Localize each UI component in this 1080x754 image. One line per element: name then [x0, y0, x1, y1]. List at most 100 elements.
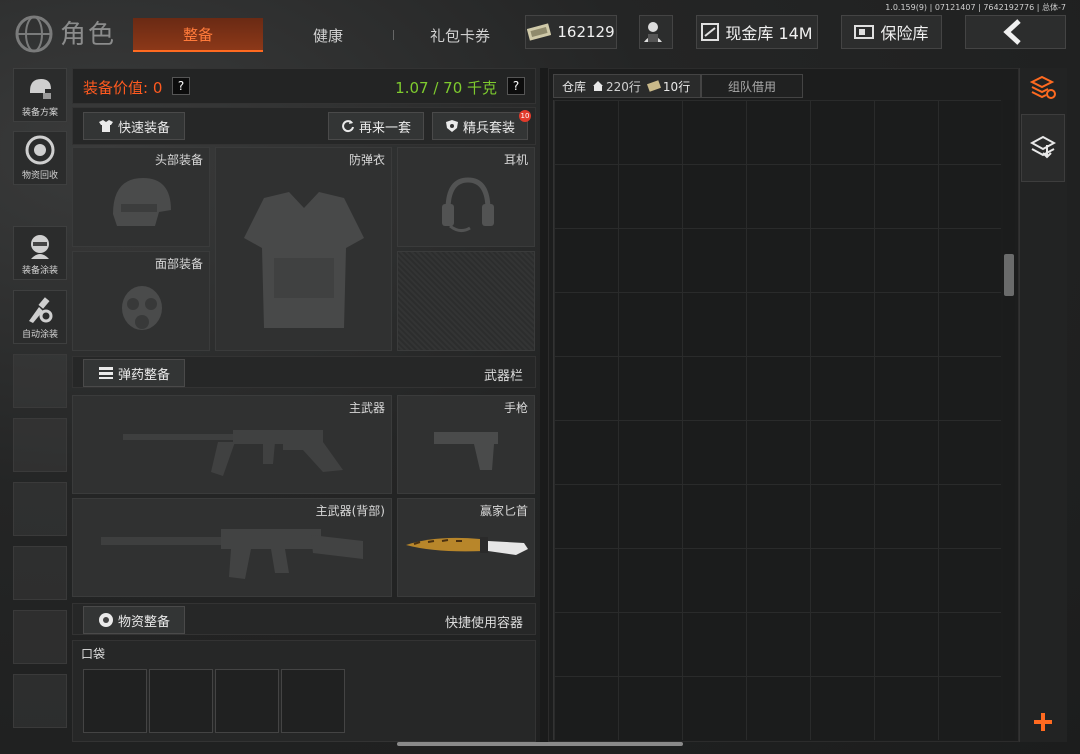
- primary-back-label: 主武器(背部): [315, 504, 385, 518]
- helmet-icon: [113, 178, 171, 226]
- ammo-button-label: 弹药整备: [117, 367, 170, 383]
- weapon-bar-label: 武器栏: [483, 369, 523, 384]
- supplies-button-label: 物资整备: [117, 614, 170, 630]
- supplies-button[interactable]: 物资整备: [83, 606, 185, 634]
- head-slot-label: 头部装备: [154, 153, 203, 167]
- top-bar: 1.0.159(9) | 07121407 | 7642192776 | 总体-…: [0, 0, 1080, 62]
- pocket-slot[interactable]: [215, 669, 279, 733]
- shirt-icon: [98, 120, 113, 132]
- tab-team-borrow[interactable]: 组队借用: [701, 74, 803, 98]
- scrollbar-thumb[interactable]: [1004, 254, 1014, 296]
- face-slot-label: 面部装备: [154, 257, 203, 271]
- warehouse-tab-label: 仓库: [562, 79, 587, 94]
- chevron-left-icon: [1002, 19, 1021, 45]
- pistol-slot[interactable]: 手枪: [397, 395, 535, 494]
- warehouse-grid[interactable]: [553, 100, 1001, 740]
- elite-set-button[interactable]: 精兵套装: [432, 112, 528, 140]
- ammo-button[interactable]: 弹药整备: [83, 359, 185, 387]
- rifle-icon: [123, 430, 343, 476]
- sidebar-item-label: 自动涂装: [21, 330, 58, 340]
- sidebar-empty-slot: [13, 418, 67, 472]
- locked-slot: [397, 251, 535, 351]
- tab-equip[interactable]: 整备: [133, 18, 263, 52]
- primary-weapon-slot[interactable]: 主武器: [72, 395, 392, 494]
- trader-icon: [644, 22, 662, 42]
- cash-vault-label: 现金库 14M: [725, 24, 813, 43]
- sort-layers-button[interactable]: [1021, 70, 1065, 106]
- face-slot[interactable]: 面部装备: [72, 251, 210, 351]
- tab-gift-cards[interactable]: 礼包卡券: [410, 18, 510, 52]
- pocket-slot[interactable]: [149, 669, 213, 733]
- elite-set-label: 精兵套装: [462, 120, 515, 136]
- currency-value: 162129: [557, 23, 615, 41]
- headset-icon: [442, 177, 494, 233]
- home-icon: [593, 81, 604, 91]
- sidebar-empty-slot: [13, 546, 67, 600]
- ticket-icon: [646, 80, 661, 92]
- value-help-button[interactable]: ?: [172, 77, 190, 95]
- refresh-icon: [342, 120, 354, 133]
- sidebar-item-loadout-plan[interactable]: 装备方案: [13, 68, 67, 122]
- quick-equip-label: 快速装备: [117, 120, 170, 136]
- pocket-label: 口袋: [81, 647, 106, 661]
- ammo-icon: [98, 367, 113, 379]
- safe-box-icon: [854, 25, 875, 39]
- layers-refresh-icon: [1030, 76, 1056, 99]
- add-button[interactable]: [1021, 704, 1065, 740]
- golden-knife-icon: [406, 537, 528, 555]
- shield-icon: [445, 120, 458, 132]
- equipment-header: 装备价值: 0 ? 1.07 / 70 千克 ?: [72, 68, 536, 104]
- quick-equip-button[interactable]: 快速装备: [83, 112, 185, 140]
- version-text: 1.0.159(9) | 07121407 | 7642192776 | 总体-…: [885, 3, 1066, 12]
- head-slot[interactable]: 头部装备: [72, 147, 210, 247]
- supplies-icon: [98, 613, 113, 627]
- sidebar-item-label: 物资回收: [21, 171, 58, 181]
- ears-slot[interactable]: 耳机: [397, 147, 535, 247]
- back-button[interactable]: [965, 15, 1066, 49]
- safe-box-label: 保险库: [880, 24, 929, 43]
- equipment-value-label: 装备价值: 0: [83, 79, 163, 97]
- armor-slot-label: 防弹衣: [348, 153, 385, 167]
- sidebar-empty-slot: [13, 674, 67, 728]
- elite-badge: 10: [519, 110, 531, 122]
- weight-label: 1.07 / 70 千克: [395, 79, 497, 97]
- team-borrow-label: 组队借用: [728, 79, 777, 94]
- safe-box-button[interactable]: 保险库: [841, 15, 942, 49]
- knife-slot[interactable]: 赢家匕首: [397, 498, 535, 597]
- sidebar-item-skin[interactable]: 装备涂装: [13, 226, 67, 280]
- loadout-helmet-icon: [30, 79, 51, 99]
- pistol-icon: [434, 432, 498, 470]
- again-label: 再来一套: [358, 120, 411, 136]
- globe-logo-icon: [14, 14, 54, 54]
- soldier-skin-icon: [31, 235, 49, 259]
- armor-slot[interactable]: 防弹衣: [215, 147, 392, 351]
- sidebar-item-recycle[interactable]: 物资回收: [13, 131, 67, 185]
- recycle-icon: [25, 135, 55, 165]
- warehouse-scrollbar[interactable]: [1003, 100, 1015, 740]
- tab-separator: [393, 30, 394, 40]
- sidebar-item-label: 装备方案: [21, 108, 58, 118]
- sidebar-item-auto-skin[interactable]: 自动涂装: [13, 290, 67, 344]
- ears-slot-label: 耳机: [503, 153, 528, 167]
- stack-download-button[interactable]: [1021, 114, 1065, 182]
- sidebar-empty-slot: [13, 610, 67, 664]
- weight-help-button[interactable]: ?: [507, 77, 525, 95]
- extra-rows-label: 10行: [662, 79, 691, 94]
- pocket-slot[interactable]: [83, 669, 147, 733]
- sidebar-item-label: 装备涂装: [21, 266, 58, 276]
- tab-health[interactable]: 健康: [283, 18, 373, 52]
- plus-icon: [1034, 713, 1052, 731]
- bottom-home-indicator[interactable]: [397, 742, 683, 746]
- pistol-label: 手枪: [503, 401, 528, 415]
- knife-label: 赢家匕首: [479, 504, 528, 518]
- pocket-slot[interactable]: [281, 669, 345, 733]
- cash-vault-button[interactable]: 现金库 14M: [696, 15, 818, 49]
- supplies-bar-label: 快捷使用容器: [444, 616, 523, 631]
- primary-back-slot[interactable]: 主武器(背部): [72, 498, 392, 597]
- vault-icon: [701, 23, 720, 41]
- again-button[interactable]: 再来一套: [328, 112, 424, 140]
- page-title: 角色: [60, 20, 117, 50]
- trader-button[interactable]: [639, 15, 673, 49]
- tab-warehouse[interactable]: 仓库 220行 10行: [553, 74, 701, 98]
- currency-button[interactable]: 162129: [525, 15, 617, 49]
